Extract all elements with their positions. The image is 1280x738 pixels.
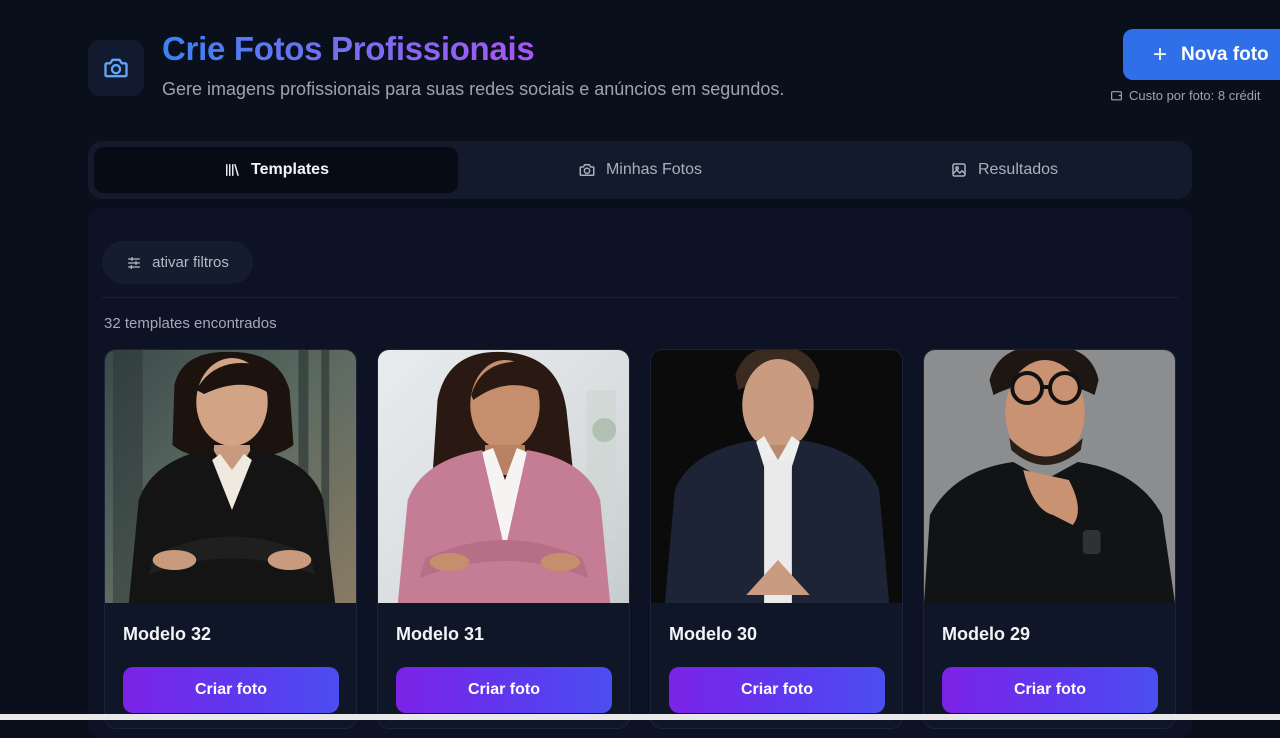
page-title: Crie Fotos Profissionais [162, 30, 535, 67]
sliders-icon [128, 256, 141, 269]
template-name: Modelo 29 [942, 624, 1031, 644]
tab-templates[interactable]: Templates [94, 147, 458, 193]
template-card[interactable]: Modelo 31 Criar foto [377, 349, 630, 729]
create-photo-button[interactable]: Criar foto [942, 667, 1158, 713]
template-name: Modelo 31 [396, 624, 485, 644]
tab-minhas-fotos-label: Minhas Fotos [605, 161, 703, 178]
new-photo-label: Nova foto [1181, 43, 1269, 65]
template-name: Modelo 32 [123, 624, 212, 644]
create-photo-button[interactable]: Criar foto [123, 667, 339, 713]
page-subtitle: Gere imagens profissionais para suas red… [162, 79, 785, 99]
template-photo [651, 350, 902, 603]
cost-per-photo: Custo por foto: 8 crédit [1110, 88, 1261, 103]
tab-minhas-fotos[interactable]: Minhas Fotos [458, 147, 822, 193]
library-icon [226, 164, 239, 176]
bottom-edge [0, 714, 1280, 720]
template-card[interactable]: Modelo 30 Criar foto [650, 349, 903, 729]
wallet-icon [1111, 91, 1122, 101]
create-photo-button[interactable]: Criar foto [669, 667, 885, 713]
tab-resultados-label: Resultados [977, 161, 1059, 178]
tabs-bar: Templates Minhas Fotos Resultados [88, 141, 1192, 199]
results-count: 32 templates encontrados [104, 315, 277, 332]
plus-icon: + [1153, 40, 1168, 68]
template-photo [378, 350, 629, 603]
gallery-icon [952, 163, 966, 177]
activate-filters-button[interactable]: ativar filtros [102, 241, 253, 284]
template-photo [105, 350, 356, 603]
template-photo [924, 350, 1175, 603]
template-name: Modelo 30 [669, 624, 758, 644]
camera-icon [104, 58, 128, 78]
template-card[interactable]: Modelo 29 Criar foto [923, 349, 1176, 729]
camera-icon [579, 164, 595, 176]
divider [102, 297, 1178, 298]
cost-text: Custo por foto: 8 crédit [1129, 88, 1261, 103]
tab-resultados[interactable]: Resultados [822, 147, 1186, 193]
create-photo-button[interactable]: Criar foto [396, 667, 612, 713]
new-photo-button[interactable]: + Nova foto [1123, 29, 1280, 80]
tab-templates-label: Templates [251, 161, 329, 178]
template-card[interactable]: Modelo 32 Criar foto [104, 349, 357, 729]
activate-filters-label: ativar filtros [152, 254, 229, 271]
header-camera-icon-box [88, 40, 144, 96]
